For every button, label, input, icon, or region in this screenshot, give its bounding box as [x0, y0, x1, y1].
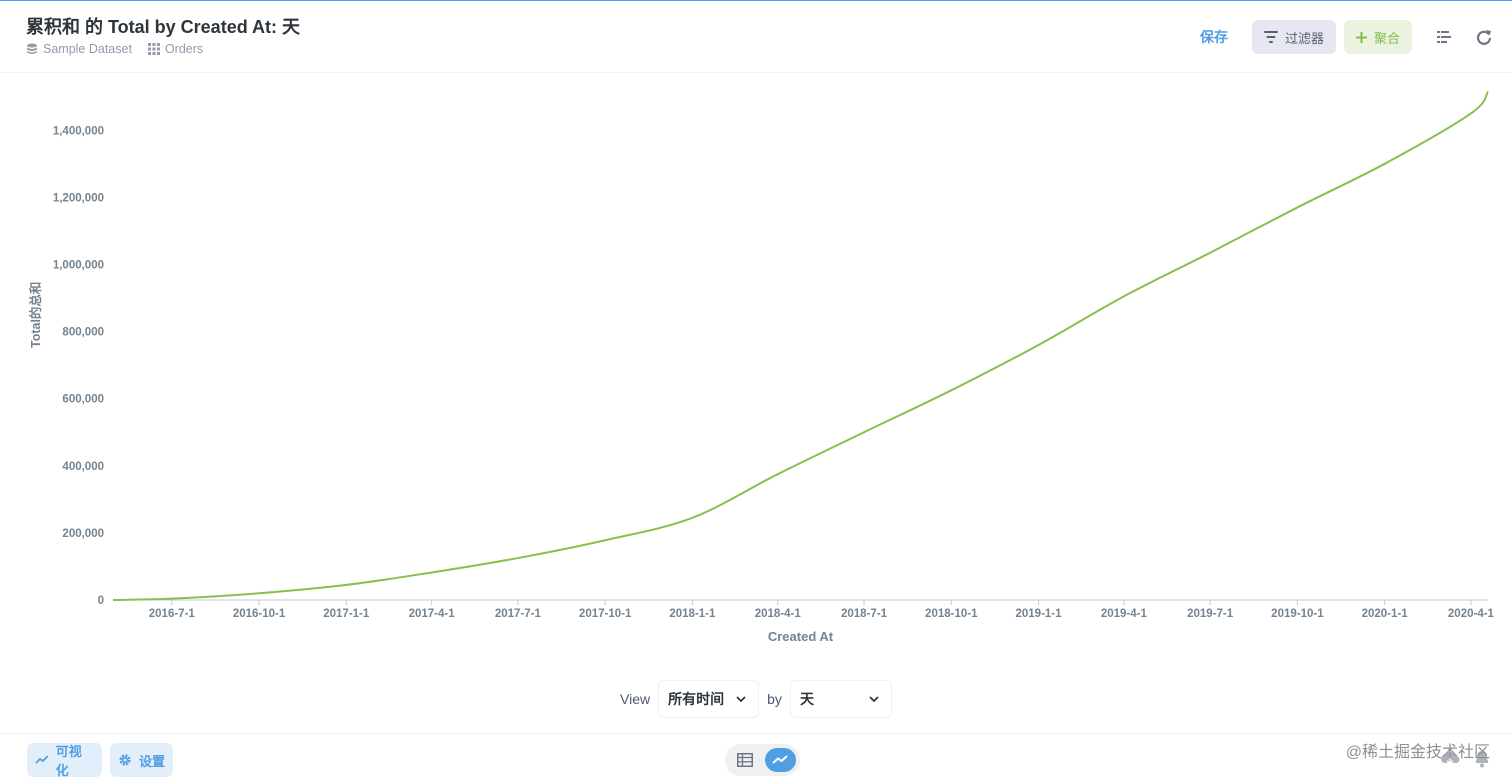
- database-icon: [27, 43, 37, 54]
- y-tick-label: 1,000,000: [53, 259, 104, 271]
- x-axis-label: Created At: [768, 629, 834, 644]
- breadcrumb-table-label: Orders: [164, 42, 204, 56]
- breadcrumb-table[interactable]: Orders: [147, 42, 204, 56]
- x-tick-label: 2018-10-1: [925, 608, 978, 620]
- y-tick-label: 800,000: [62, 327, 104, 339]
- notebook-list-icon: [1437, 31, 1451, 43]
- breadcrumb: Sample Dataset Orders: [26, 42, 203, 56]
- filter-button[interactable]: 过滤器: [1251, 20, 1336, 54]
- x-tick-label: 2016-10-1: [233, 608, 286, 620]
- footer-bar: 可视化 设置 @稀土掘金技术社区: [0, 733, 1512, 781]
- by-label: by: [767, 691, 782, 707]
- x-tick-label: 2020-1-1: [1362, 608, 1409, 620]
- refresh-button[interactable]: [1474, 27, 1494, 47]
- y-tick-label: 400,000: [62, 461, 104, 473]
- gear-icon: [119, 754, 131, 766]
- display-toggle: [725, 744, 800, 776]
- x-tick-label: 2019-4-1: [1101, 608, 1148, 620]
- y-tick-label: 1,200,000: [53, 192, 104, 204]
- x-tick-label: 2017-1-1: [323, 608, 370, 620]
- view-label: View: [620, 691, 651, 707]
- table-grid-icon: [147, 43, 160, 55]
- x-tick-label: 2018-4-1: [755, 608, 802, 620]
- y-tick-label: 200,000: [62, 528, 104, 540]
- table-view-toggle[interactable]: [729, 748, 761, 772]
- plus-icon: [1355, 31, 1367, 43]
- x-tick-label: 2019-7-1: [1187, 608, 1234, 620]
- line-chart: 0 200,000 400,000 600,000 800,000 1,000,000 1,…: [53, 91, 1495, 644]
- time-unit-select[interactable]: 天: [789, 680, 892, 718]
- watermark: @稀土掘金技术社区: [1345, 744, 1490, 761]
- summarize-button-label: 聚合: [1373, 30, 1400, 46]
- chevron-down-icon: [736, 695, 746, 702]
- chevron-down-icon: [869, 695, 879, 702]
- query-header: 累积和 的 Total by Created At: 天 Sample Data…: [0, 1, 1512, 73]
- visualization-label: 可视化: [55, 744, 82, 778]
- filter-button-label: 过滤器: [1284, 30, 1324, 46]
- query-builder-button[interactable]: [1434, 27, 1454, 47]
- y-tick-label: 600,000: [62, 394, 104, 406]
- line-chart-icon: [35, 755, 49, 764]
- y-tick-label: 1,400,000: [53, 125, 104, 137]
- line-chart-icon: [772, 755, 788, 764]
- save-button[interactable]: 保存: [1200, 27, 1228, 47]
- settings-label: 设置: [139, 753, 166, 769]
- x-tick-label: 2017-4-1: [409, 608, 456, 620]
- page-title: 累积和 的 Total by Created At: 天: [26, 17, 301, 37]
- x-tick-label: 2019-1-1: [1015, 608, 1062, 620]
- x-tick-label: 2018-7-1: [841, 608, 888, 620]
- header-actions: 保存 过滤器 聚合: [1200, 20, 1494, 54]
- time-range-select[interactable]: 所有时间: [658, 680, 760, 718]
- breadcrumb-database-label: Sample Dataset: [43, 42, 132, 56]
- refresh-icon: [1476, 30, 1492, 45]
- x-tick-label: 2017-10-1: [579, 608, 632, 620]
- series-line: [112, 91, 1489, 601]
- y-tick-label: 0: [98, 595, 104, 607]
- visualization-button[interactable]: 可视化: [27, 743, 102, 778]
- x-tick-label: 2020-4-1: [1448, 608, 1495, 620]
- x-tick-label: 2016-7-1: [149, 608, 196, 620]
- settings-button[interactable]: 设置: [110, 743, 173, 777]
- chart-area: 0 200,000 400,000 600,000 800,000 1,000,000 1,…: [0, 74, 1512, 654]
- time-range-value: 所有时间: [668, 691, 725, 707]
- time-unit-value: 天: [799, 691, 814, 707]
- table-icon: [736, 753, 753, 767]
- chart-view-toggle[interactable]: [764, 748, 796, 772]
- x-tick-label: 2017-7-1: [495, 608, 542, 620]
- breadcrumb-database[interactable]: Sample Dataset: [26, 42, 132, 56]
- x-tick-label: 2018-1-1: [669, 608, 716, 620]
- x-tick-label: 2019-10-1: [1271, 608, 1324, 620]
- y-axis-label: Total的总和: [29, 281, 43, 348]
- summarize-button[interactable]: 聚合: [1343, 20, 1412, 54]
- filter-icon: [1263, 31, 1278, 43]
- view-controls: View 所有时间 by 天: [0, 680, 1512, 718]
